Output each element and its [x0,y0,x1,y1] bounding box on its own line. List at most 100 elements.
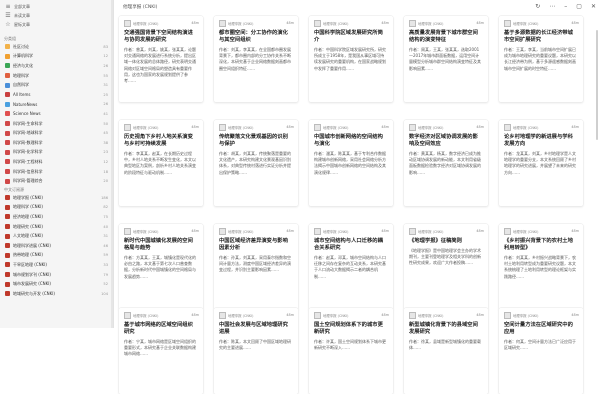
card-time: 48m [381,229,389,233]
item-label: 地域研究与开发 (CNKI) [13,290,55,296]
article-card[interactable]: 地理享报 (CNKI) 48m 传统聚落文化景观基因的识别与保护 作者：胡某，刘某某，… [214,120,298,206]
article-card[interactable]: 地理享报 (CNKI) 48m 交通强国背景下空间结构演进与协同发展的研究 作者：曾某… [119,16,203,102]
card-title: 传统聚落文化景观基因的识别与保护 [219,134,288,147]
feed-icon [5,63,10,69]
starred-articles-nav[interactable]: ☆ 星标文章 [5,22,30,28]
article-card[interactable]: 地理享报 (CNKI) 48m 城市空间结构与人口迁移的耦合关系研究 作者：赵某，邓某… [309,224,393,310]
card-snippet: 作者：陈某，本文回顾了中国区域地理研究的主要进展…… [219,339,291,351]
card-header: 地理享报 (CNKI) 48m [124,123,199,131]
unread-articles-nav[interactable]: ☰ 未读文章 [5,13,30,19]
category-item[interactable]: 科学网-工程材料 12 [0,157,112,167]
article-card[interactable]: 地理享报 (CNKI) 48m 都市圈空间：分工协作的演化与其空间组织 作者：刘某，李… [214,16,298,102]
category-item[interactable]: All Items 25 [0,90,112,100]
maximize-icon[interactable]: ▢ [576,3,582,10]
feed-icon [5,272,10,278]
card-source: 地理享报 (CNKI) [323,21,349,26]
feed-item[interactable]: 地理科学 (CNKI) 82 [0,203,112,213]
article-card[interactable]: 地理享报 (CNKI) 48m 《地理学报》征稿简则 《地理学报》是中国地理学会主办的… [404,224,488,310]
article-card[interactable]: 地理享报 (CNKI) 48m 基于多源数据的长江经济带城市空间扩展研究 作者：王某，… [499,16,583,102]
article-card[interactable]: 地理享报 (CNKI) 48m 新时代中国城镇化发展的空间格局与趋势 作者：方某某，王… [119,224,203,310]
card-header: 地理享报 (CNKI) 48m [409,19,484,27]
category-item[interactable]: 经济与文化 26 [0,61,112,71]
feed-item[interactable]: 地理学报 (CNKI) 186 [0,193,112,203]
unread-count: 12 [103,159,108,164]
unread-count: 31 [103,234,108,239]
feed-icon [5,195,10,201]
card-title: 新型城镇化背景下的县域空间发展研究 [409,322,478,335]
minimize-icon[interactable]: – [564,3,567,10]
article-card[interactable]: 地理享报 (CNKI) 48m 中国区域经济差异演变与影响因素分析 作者：孙某，刘某某… [214,224,298,310]
category-item[interactable]: 科学网-地球科学 45 [0,128,112,138]
card-snippet: 作者：许某，国土空间规划体系下城市更新研究不断深入…… [314,339,386,351]
card-time: 48m [571,125,579,129]
card-time: 48m [476,229,484,233]
card-header: 地理享报 (CNKI) 48m [409,311,484,319]
category-item[interactable]: 科学网-生命科学 50 [0,119,112,129]
category-item[interactable]: 自然科学 31 [0,80,112,90]
sidebar-scrollbar[interactable] [111,0,113,328]
source-icon [314,311,321,319]
category-item[interactable]: 科学网-信息科学 18 [0,167,112,177]
card-snippet: 《地理学报》是中国地理学会主办的学术期刊，主要刊登地理学及相关学科的创新性研究成… [409,248,481,266]
card-title: 空间计量方法在区域研究中的应用 [504,322,573,335]
card-time: 48m [571,21,579,25]
category-item[interactable]: Science News 41 [0,109,112,119]
card-snippet: 作者：刘某，李某某，在全国都市圈发展背景下，都市圈内部的分工协作关系不断深化，本… [219,47,291,71]
refresh-icon[interactable]: ↻ [535,3,540,10]
more-icon[interactable]: ⋯ [549,3,555,10]
article-card[interactable]: 地理享报 (CNKI) 48m 中国城市创新网络的空间结构与演化 作者：潘某，陈某某，… [309,120,393,206]
source-icon [504,123,511,131]
article-card[interactable]: 地理享报 (CNKI) 48m 中国科学院区域发展研究所简介 作者：中国科学院区域发展… [309,16,393,102]
feed-item[interactable]: 人文地理 (CNKI) 31 [0,231,112,241]
main-scrollbar[interactable] [592,0,600,328]
article-card[interactable]: 地理享报 (CNKI) 48m 历史视角下乡村人地关系演变与乡村可持续发展 作者：李某… [119,120,203,206]
card-snippet: 作者：中国科学院区域发展研究所，研究所成立于1958年，是我国从事区域可持续发展… [314,47,386,71]
category-item[interactable]: 科学网-化学科学 23 [0,148,112,158]
source-icon [409,227,416,235]
feed-item[interactable]: 干旱区地理 (CNKI) 33 [0,260,112,270]
category-item[interactable]: 科学网-数理科学 38 [0,138,112,148]
category-item[interactable]: 地理科学 55 [0,71,112,81]
category-item[interactable]: 社区讨论 83 [0,42,112,52]
card-title: 中国城市创新网络的空间结构与演化 [314,134,383,147]
source-icon [504,227,511,235]
all-articles-nav[interactable]: ≡ 全部文章 [5,4,30,10]
article-card[interactable]: 地理享报 (CNKI) 48m 高质量发展背景下城市群空间结构的演变特征 作者：周某，… [404,16,488,102]
card-source: 地理享报 (CNKI) [133,21,159,26]
article-card[interactable]: 地理享报 (CNKI) 48m 新型城镇化背景下的县域空间发展研究 作者：徐某，县域是… [404,308,488,394]
card-title: 中国科学院区域发展研究所简介 [314,30,383,43]
item-label: 城市发展研究 (CNKI) [13,281,51,287]
item-label: 科学网-管理综合 [13,178,43,184]
feed-list: 地理学报 (CNKI) 186 地理科学 (CNKI) 82 经济地理 (CNKI) 75… [0,193,112,299]
card-time: 48m [571,313,579,317]
card-source: 地理享报 (CNKI) [418,313,444,318]
unread-count: 83 [103,44,108,49]
category-item[interactable]: NatureNews 26 [0,100,112,110]
category-item[interactable]: 科学网-管理综合 20 [0,176,112,186]
article-card[interactable]: 地理享报 (CNKI) 48m 空间计量方法在区域研究中的应用 作者：何某，空间计量方… [499,308,583,394]
feed-icon [5,82,10,88]
category-item[interactable]: 计算机科学 12 [0,52,112,62]
feed-icon [5,121,10,127]
article-card[interactable]: 地理享报 (CNKI) 48m 《乡村振兴背景下的农村土地利用转型》 作者：刘某某，乡… [499,224,583,310]
feed-item[interactable]: 地理研究 (CNKI) 40 [0,222,112,232]
article-card[interactable]: 地理享报 (CNKI) 48m 基于城市网络的区域空间组织研究 作者：宁某，城市网络是… [119,308,203,394]
scrollbar-thumb[interactable] [596,30,598,140]
feed-item[interactable]: 城市规划学刊 (CNKI) 79 [0,270,112,280]
unread-count: 20 [103,179,108,184]
feed-item[interactable]: 地理科学进展 (CNKI) 46 [0,241,112,251]
feed-item[interactable]: 经济地理 (CNKI) 75 [0,212,112,222]
feed-item[interactable]: 城市发展研究 (CNKI) 52 [0,279,112,289]
card-header: 地理享报 (CNKI) 48m [314,311,389,319]
source-icon [409,123,416,131]
article-card[interactable]: 地理享报 (CNKI) 48m 数字经济对区域协调发展的影响及空间效应 作者：黄某某，… [404,120,488,206]
card-time: 48m [476,125,484,129]
article-card[interactable]: 地理享报 (CNKI) 48m 中国社会发展与区域地理研究进展 作者：陈某，本文回顾了… [214,308,298,394]
card-title: 城市空间结构与人口迁移的耦合关系研究 [314,238,383,251]
category-list: 社区讨论 83 计算机科学 12 经济与文化 26 地理科学 55 自然科学 31 All Item… [0,42,112,186]
feed-item[interactable]: 地域研究与开发 (CNKI) 104 [0,289,112,299]
feed-item[interactable]: 热带地理 (CNKI) 59 [0,251,112,261]
article-card[interactable]: 地理享报 (CNKI) 48m 国土空间规划体系下的城市更新研究 作者：许某，国土空间… [309,308,393,394]
unread-count: 12 [103,54,108,59]
article-card[interactable]: 地理享报 (CNKI) 48m 论乡村地理学的新进展与学科发展方向 作者：龙某某，刘某… [499,120,583,206]
